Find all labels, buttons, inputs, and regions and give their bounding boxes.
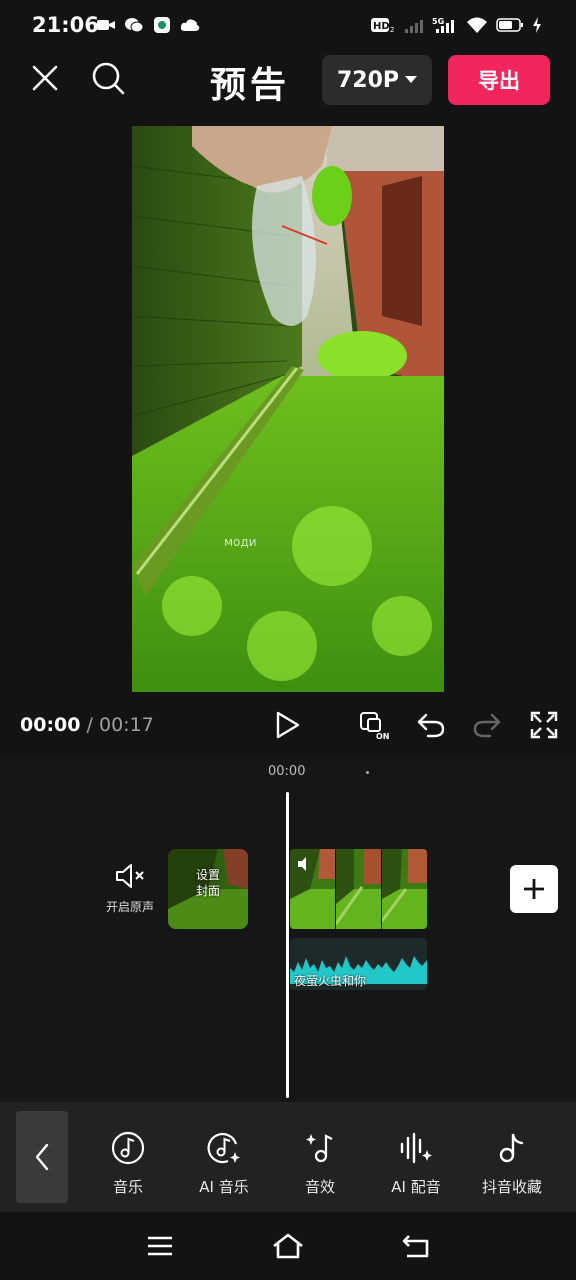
export-button[interactable]: 导出 bbox=[448, 55, 550, 105]
fullscreen-icon bbox=[530, 711, 558, 739]
5g-signal-icon: 5G bbox=[432, 17, 454, 33]
tool-music[interactable]: 音乐 bbox=[80, 1130, 176, 1197]
hd-voice-icon: HD 2 bbox=[371, 18, 394, 34]
charging-icon bbox=[533, 17, 541, 33]
douyin-favorite-icon bbox=[499, 1133, 524, 1163]
mute-label: 开启原声 bbox=[105, 900, 154, 914]
svg-text:2: 2 bbox=[390, 26, 394, 34]
status-time: 21:06 bbox=[32, 13, 99, 37]
app-icon bbox=[154, 17, 170, 33]
preview-watermark: моди bbox=[224, 535, 257, 549]
wifi-icon bbox=[467, 17, 487, 33]
close-button[interactable] bbox=[25, 58, 65, 98]
add-clip-button[interactable] bbox=[510, 865, 558, 913]
redo-icon bbox=[473, 713, 501, 738]
clip-frame bbox=[382, 849, 427, 929]
video-preview[interactable]: моди bbox=[132, 126, 444, 692]
tool-label: AI 配音 bbox=[391, 1178, 441, 1196]
ai-music-icon bbox=[207, 1132, 240, 1164]
fullscreen-button[interactable] bbox=[524, 705, 564, 745]
svg-text:5G: 5G bbox=[432, 17, 444, 26]
set-cover-button[interactable]: 设置 封面 bbox=[168, 849, 248, 929]
search-button[interactable] bbox=[88, 58, 128, 98]
nav-back-button[interactable] bbox=[396, 1226, 436, 1266]
resolution-dropdown[interactable]: 720P bbox=[322, 55, 432, 105]
enable-original-sound-button[interactable]: 开启原声 bbox=[100, 862, 160, 915]
tool-label: 音效 bbox=[304, 1178, 335, 1196]
plus-icon bbox=[524, 879, 544, 899]
total-time: 00:17 bbox=[98, 714, 154, 736]
tool-label: AI 音乐 bbox=[199, 1178, 249, 1196]
close-icon bbox=[32, 65, 58, 91]
clip-frame bbox=[290, 849, 336, 929]
page-title: 预告 bbox=[209, 65, 290, 106]
tool-label: 音乐 bbox=[112, 1178, 143, 1196]
battery-icon bbox=[496, 18, 523, 32]
tool-douyin-favorite[interactable]: 抖音收藏 bbox=[464, 1130, 560, 1197]
time-separator: / bbox=[86, 714, 93, 736]
tool-sound-effect[interactable]: 音效 bbox=[272, 1130, 368, 1197]
system-nav-bar bbox=[0, 1212, 576, 1280]
sound-effect-icon bbox=[306, 1134, 333, 1163]
redo-button[interactable] bbox=[467, 705, 507, 745]
svg-text:ON: ON bbox=[376, 732, 390, 740]
video-clip[interactable] bbox=[290, 849, 427, 929]
ruler-tick bbox=[366, 771, 369, 774]
keyframe-toggle-button[interactable]: ON bbox=[356, 705, 396, 745]
timecode: 00:00 / 00:17 bbox=[20, 714, 154, 736]
video-camera-icon bbox=[97, 20, 115, 30]
cloud-icon bbox=[180, 19, 200, 31]
top-bar: 预告 720P 导出 bbox=[0, 52, 576, 112]
tool-ai-voice[interactable]: AI 配音 bbox=[368, 1130, 464, 1197]
audio-track-label: 夜萤火虫和你 bbox=[294, 974, 367, 988]
undo-icon bbox=[417, 713, 445, 738]
playhead[interactable] bbox=[286, 792, 289, 1098]
player-controls: 00:00 / 00:17 ON bbox=[0, 700, 576, 750]
wechat-icon bbox=[125, 18, 144, 33]
home-icon bbox=[273, 1233, 303, 1259]
caret-down-icon bbox=[405, 76, 418, 83]
search-icon bbox=[92, 62, 125, 95]
ai-voice-icon bbox=[400, 1132, 432, 1164]
back-arrow-icon bbox=[402, 1235, 429, 1258]
clip-frame bbox=[336, 849, 382, 929]
status-bar: 21:06 HD 2 5G bbox=[0, 0, 576, 52]
ruler-time-label: 00:00 bbox=[268, 764, 306, 779]
chevron-left-icon bbox=[35, 1143, 49, 1171]
cover-label-line2: 封面 bbox=[195, 884, 220, 898]
undo-button[interactable] bbox=[411, 705, 451, 745]
cover-label-line1: 设置 bbox=[195, 868, 220, 882]
play-button[interactable] bbox=[268, 705, 308, 745]
tool-ai-music[interactable]: AI 音乐 bbox=[176, 1130, 272, 1197]
current-time: 00:00 bbox=[20, 714, 81, 736]
back-button[interactable] bbox=[16, 1111, 68, 1203]
menu-icon bbox=[148, 1236, 172, 1256]
nav-home-button[interactable] bbox=[268, 1226, 308, 1266]
timeline[interactable]: 00:00 开启原声 设置 封面 夜萤火虫和你 bbox=[0, 756, 576, 1102]
play-icon bbox=[276, 711, 300, 739]
bottom-toolbar: 音乐 AI 音乐 音效 AI 配音 抖音收藏 bbox=[0, 1102, 576, 1212]
speaker-muted-icon bbox=[116, 864, 144, 888]
tool-label: 抖音收藏 bbox=[481, 1178, 542, 1196]
signal-icon bbox=[405, 20, 423, 33]
music-note-icon bbox=[111, 1131, 145, 1165]
preview-frame-image: моди bbox=[132, 126, 444, 692]
nav-menu-button[interactable] bbox=[140, 1226, 180, 1266]
svg-text:HD: HD bbox=[373, 21, 390, 32]
audio-track[interactable]: 夜萤火虫和你 bbox=[290, 938, 427, 990]
auto-sync-on-icon: ON bbox=[360, 712, 390, 740]
resolution-value: 720P bbox=[336, 67, 400, 93]
